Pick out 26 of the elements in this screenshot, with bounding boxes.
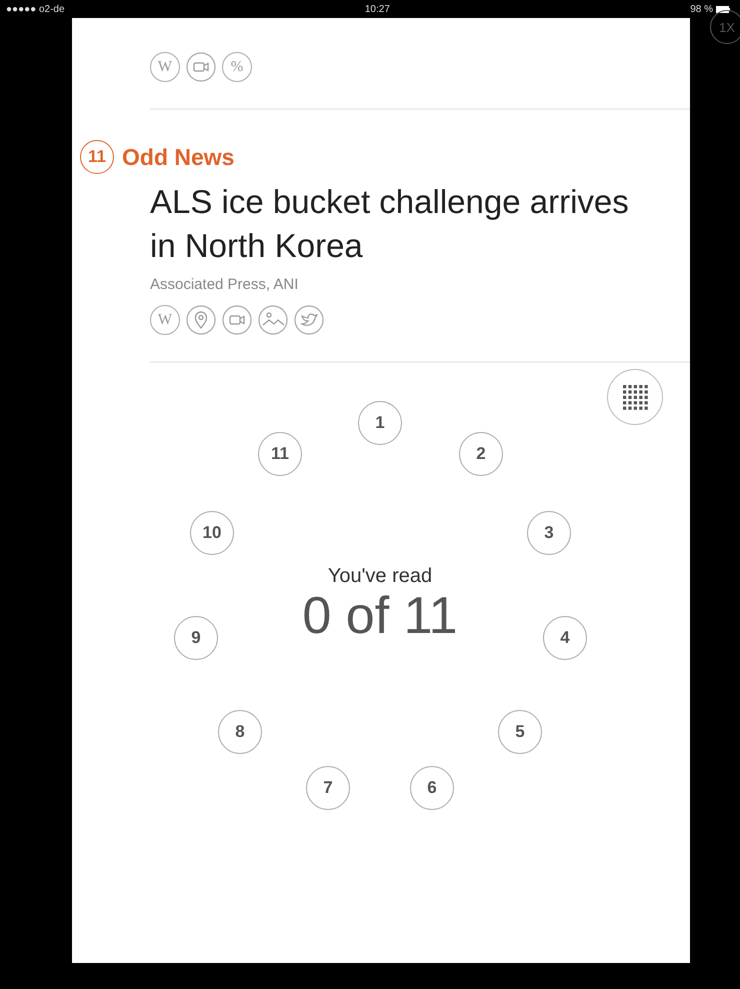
article-number-badge: 11 <box>80 140 114 174</box>
article-number-button[interactable]: 4 <box>543 616 587 660</box>
grid-icon <box>622 384 648 410</box>
article-number-button[interactable]: 3 <box>527 511 571 555</box>
clock: 10:27 <box>364 4 390 14</box>
carrier-label: ●●●●● o2-de <box>6 4 65 14</box>
video-icon[interactable] <box>222 305 252 335</box>
article-number-button[interactable]: 6 <box>410 766 454 810</box>
article-number-button[interactable]: 7 <box>306 766 350 810</box>
video-icon[interactable] <box>186 52 216 82</box>
image-icon[interactable] <box>258 305 288 335</box>
article-number-button[interactable]: 5 <box>498 710 542 754</box>
article-number-button[interactable]: 9 <box>174 616 218 660</box>
sources-text: Associated Press, ANI <box>150 276 300 293</box>
location-pin-icon[interactable] <box>186 305 216 335</box>
article-number-button[interactable]: 8 <box>218 710 262 754</box>
article-number-button[interactable]: 10 <box>190 511 234 555</box>
battery-percentage: 98 % <box>690 4 713 14</box>
battery-icon <box>716 6 730 12</box>
article-number-button[interactable]: 2 <box>459 432 503 476</box>
read-count: 0 of 11 <box>302 588 458 644</box>
article-number-button[interactable]: 1 <box>358 401 402 445</box>
read-caption: You've read <box>328 565 432 588</box>
headline[interactable]: ALS ice bucket challenge arrives in North Korea <box>150 180 630 268</box>
bird-icon[interactable] <box>294 305 324 335</box>
article-number-button[interactable]: 11 <box>258 432 302 476</box>
